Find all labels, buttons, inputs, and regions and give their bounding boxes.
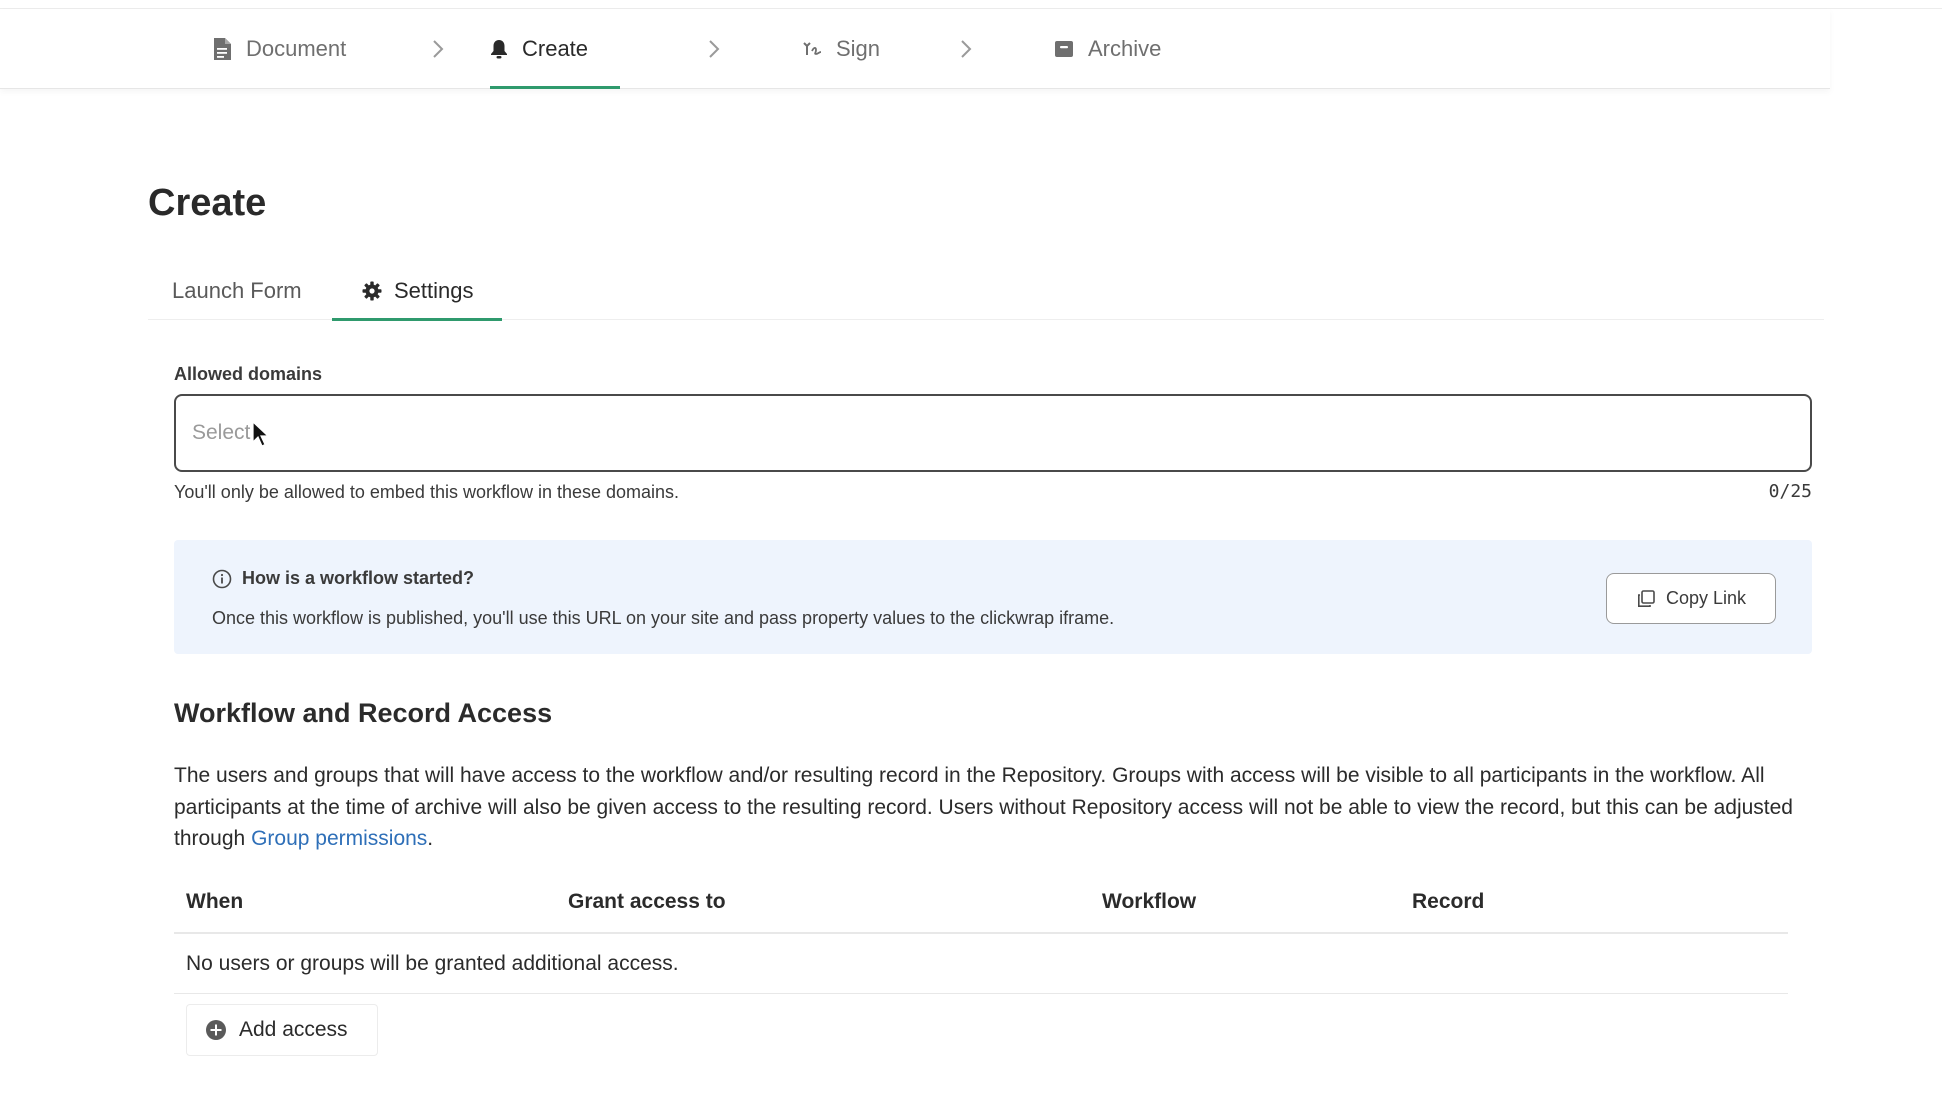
tab-launch-form[interactable]: Launch Form [172, 262, 302, 320]
table-empty-row: No users or groups will be granted addit… [174, 934, 1788, 994]
column-header-record: Record [1412, 890, 1485, 913]
info-circle-icon [212, 569, 232, 588]
chevron-right-icon [709, 40, 720, 58]
plus-circle-icon [206, 1020, 226, 1040]
group-permissions-link[interactable]: Group permissions [251, 827, 427, 850]
tab-bar: Launch Form Settings [148, 262, 1824, 321]
info-text: Once this workflow is published, you'll … [212, 608, 1115, 628]
gear-icon [362, 281, 382, 301]
tab-label: Settings [394, 278, 474, 303]
allowed-domains-select[interactable] [174, 394, 1812, 472]
column-header-workflow: Workflow [1102, 890, 1197, 913]
access-section-description: The users and groups that will have acce… [174, 760, 1814, 855]
document-icon [214, 38, 231, 60]
mouse-cursor-icon [252, 421, 270, 447]
table-header: When Grant access to Workflow Record [174, 876, 1788, 934]
period: . [427, 827, 434, 850]
workflow-start-info: How is a workflow started? Once this wor… [174, 540, 1812, 654]
allowed-domains-label: Allowed domains [174, 364, 323, 384]
step-sign[interactable]: Sign [802, 9, 880, 89]
copy-link-button[interactable]: Copy Link [1606, 573, 1776, 624]
page-title: Create [148, 182, 267, 224]
chevron-right-icon [433, 40, 444, 58]
copy-icon [1637, 589, 1655, 607]
step-label: Document [246, 36, 347, 61]
step-label: Sign [836, 36, 881, 61]
allowed-domains-counter: 0/25 [1768, 481, 1812, 502]
step-create[interactable]: Create [490, 9, 621, 89]
column-header-grant-access-to: Grant access to [568, 890, 726, 913]
access-table: When Grant access to Workflow Record No … [174, 876, 1788, 994]
step-document[interactable]: Document [212, 9, 346, 89]
info-title: How is a workflow started? [212, 568, 474, 589]
add-access-button[interactable]: Add access [186, 1004, 378, 1056]
add-access-label: Add access [239, 1018, 348, 1041]
bell-icon [491, 40, 507, 59]
step-label: Archive [1088, 36, 1162, 61]
archive-box-icon [1055, 41, 1073, 57]
tab-settings[interactable]: Settings [332, 262, 502, 321]
step-label: Create [522, 36, 589, 61]
chevron-right-icon [961, 40, 972, 58]
access-section-title: Workflow and Record Access [174, 698, 553, 728]
allowed-domains-helper: You'll only be allowed to embed this wor… [174, 482, 680, 502]
signature-icon [803, 42, 822, 55]
tab-label: Launch Form [172, 278, 302, 303]
info-title-text: How is a workflow started? [242, 568, 475, 588]
workflow-stepper: Document Create Sign Archive [0, 9, 1830, 89]
copy-link-label: Copy Link [1665, 588, 1747, 608]
column-header-when: When [186, 890, 244, 913]
step-archive[interactable]: Archive [1054, 9, 1161, 89]
